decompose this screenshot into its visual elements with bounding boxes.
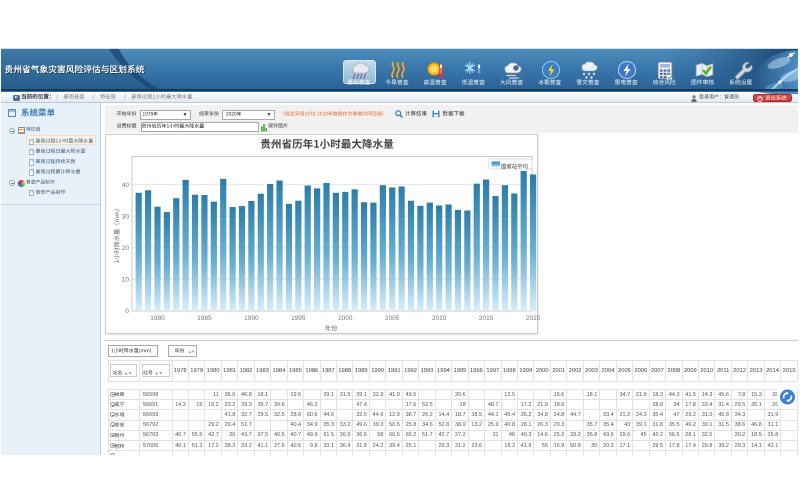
svg-text:1990: 1990 [244,315,259,322]
svg-text:2005: 2005 [385,315,400,322]
svg-text:30: 30 [122,213,130,220]
svg-text:2015: 2015 [479,315,494,322]
svg-text:10: 10 [122,277,130,284]
svg-text:1980: 1980 [150,315,165,322]
svg-text:0: 0 [125,308,129,315]
svg-text:1995: 1995 [291,315,306,322]
svg-text:2020: 2020 [526,315,541,322]
svg-text:1985: 1985 [197,315,212,322]
svg-text:20: 20 [122,245,130,252]
svg-text:2010: 2010 [432,315,447,322]
svg-text:2000: 2000 [338,315,353,322]
svg-text:40: 40 [122,182,130,189]
